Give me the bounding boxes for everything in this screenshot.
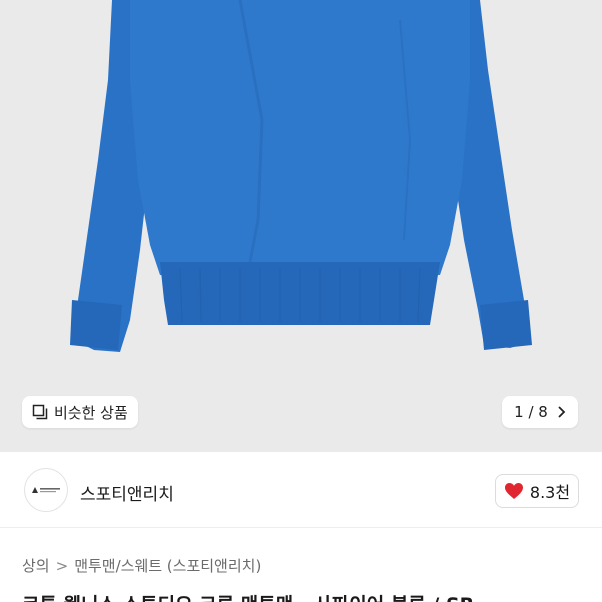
pager-text: 1 / 8 <box>514 403 548 421</box>
like-count: 8.3천 <box>529 483 571 502</box>
similar-items-icon <box>32 404 48 420</box>
seller-avatar[interactable] <box>24 468 68 512</box>
breadcrumb-item-top[interactable]: 상의 <box>22 555 50 576</box>
heart-icon <box>504 483 523 499</box>
chevron-right-icon <box>558 406 566 418</box>
similar-items-label: 비슷한 상품 <box>54 403 128 422</box>
like-button[interactable]: 8.3천 <box>495 474 579 508</box>
seller-row[interactable]: 스포티앤리치 8.3천 <box>0 452 602 528</box>
breadcrumb-item-category[interactable]: 맨투맨/스웨트 (스포티앤리치) <box>74 555 261 576</box>
product-image[interactable] <box>0 0 602 452</box>
product-title: 코튼 웰니스 스튜디오 크루 맨투맨 - 사파이어 블루 / SR <box>22 590 602 602</box>
similar-items-button[interactable]: 비슷한 상품 <box>22 396 138 428</box>
brand-logo-icon <box>32 487 60 493</box>
breadcrumb: 상의 > 맨투맨/스웨트 (스포티앤리치) <box>22 555 261 576</box>
image-pager[interactable]: 1 / 8 <box>502 396 578 428</box>
seller-name[interactable]: 스포티앤리치 <box>80 480 174 505</box>
breadcrumb-separator: > <box>55 556 69 575</box>
sweatshirt-illustration <box>70 0 532 352</box>
